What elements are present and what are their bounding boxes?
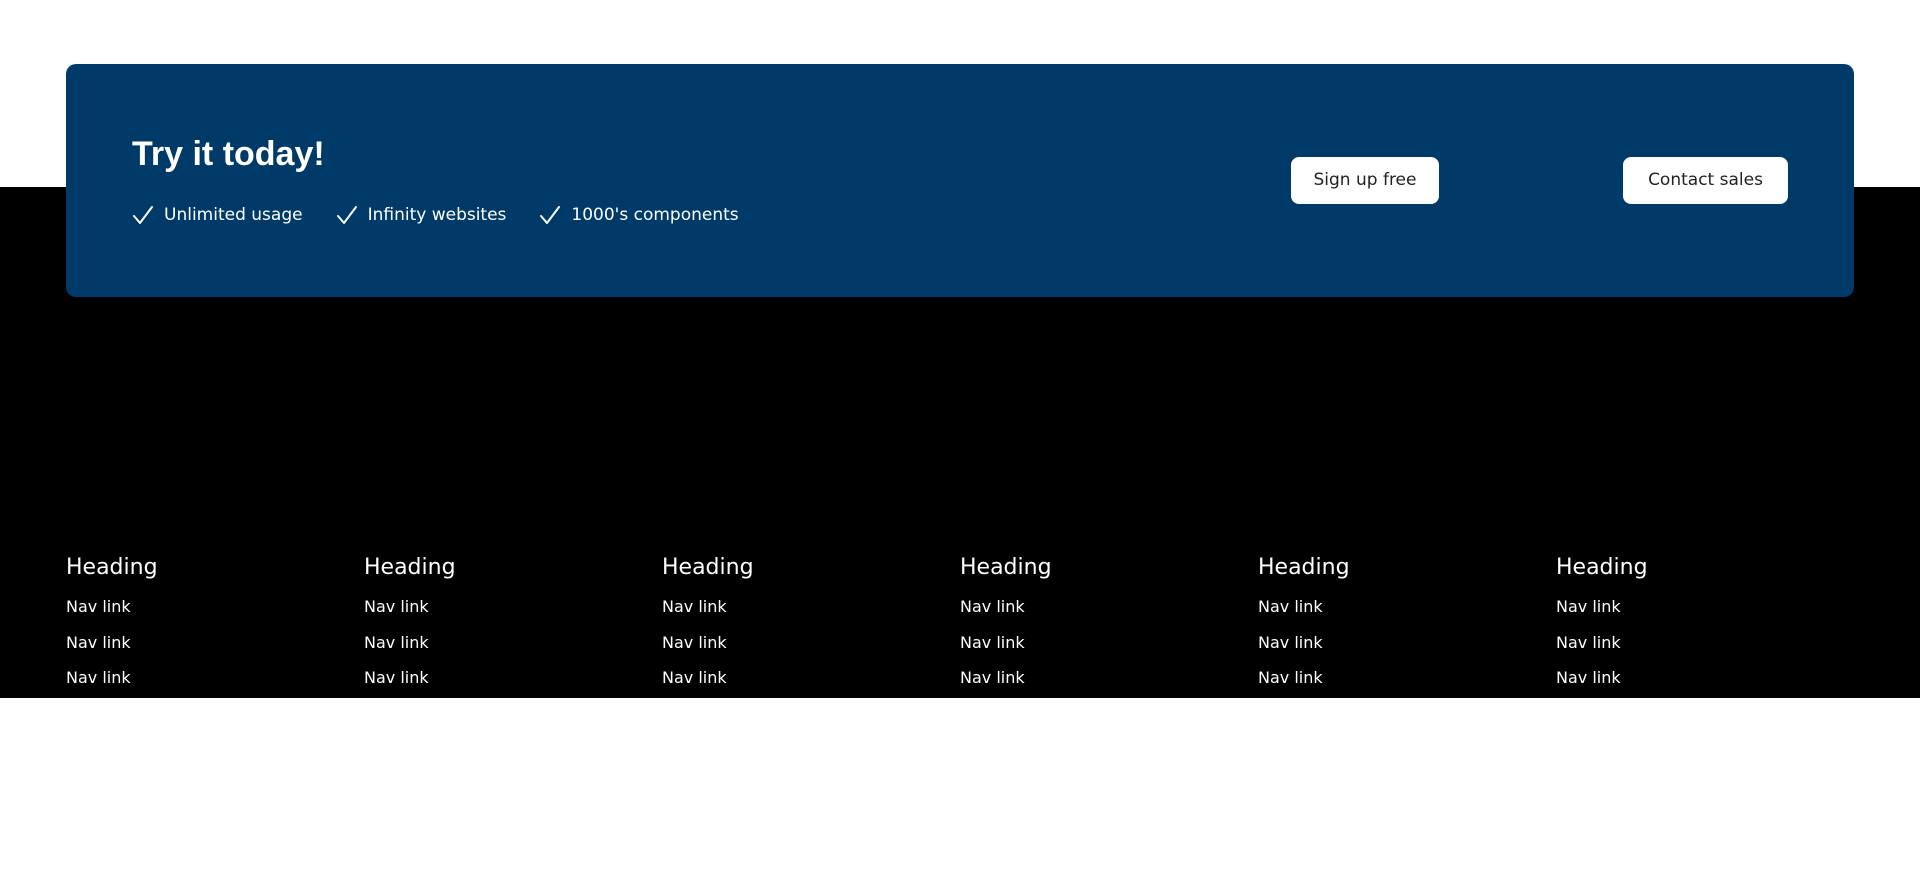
check-icon bbox=[132, 204, 154, 226]
column-heading: Heading bbox=[66, 555, 158, 580]
nav-link[interactable]: Nav link bbox=[1258, 591, 1556, 627]
column-heading: Heading bbox=[662, 555, 754, 580]
nav-link[interactable]: Nav link bbox=[364, 733, 662, 769]
footer-column: Heading Nav link Nav link Nav link Nav l… bbox=[364, 552, 662, 769]
nav-link[interactable]: Nav link bbox=[1258, 698, 1556, 734]
nav-link[interactable]: Nav link bbox=[960, 698, 1258, 734]
nav-link[interactable]: Nav link bbox=[364, 698, 662, 734]
cta-banner: Try it today! Unlimited usage Infinity w… bbox=[66, 64, 1854, 297]
column-heading: Heading bbox=[1556, 555, 1648, 580]
nav-link[interactable]: Nav link bbox=[662, 698, 960, 734]
nav-list: Nav link Nav link Nav link Nav link Nav … bbox=[364, 591, 662, 769]
nav-link[interactable]: Nav link bbox=[1556, 698, 1854, 734]
nav-list: Nav link Nav link Nav link Nav link Nav … bbox=[960, 591, 1258, 769]
nav-link[interactable]: Nav link bbox=[662, 591, 960, 627]
nav-link[interactable]: Nav link bbox=[1258, 733, 1556, 769]
nav-link[interactable]: Nav link bbox=[364, 662, 662, 698]
nav-link[interactable]: Nav link bbox=[1556, 733, 1854, 769]
nav-link[interactable]: Nav link bbox=[1556, 662, 1854, 698]
column-heading: Heading bbox=[1258, 555, 1350, 580]
column-heading: Heading bbox=[960, 555, 1052, 580]
nav-link[interactable]: Nav link bbox=[66, 698, 364, 734]
cta-feature-list: Unlimited usage Infinity websites 1000's… bbox=[132, 204, 739, 226]
nav-list: Nav link Nav link Nav link Nav link Nav … bbox=[1556, 591, 1854, 769]
footer-column: Heading Nav link Nav link Nav link Nav l… bbox=[960, 552, 1258, 769]
feature-label: 1000's components bbox=[571, 205, 739, 225]
sign-up-free-button[interactable]: Sign up free bbox=[1291, 157, 1439, 204]
legal-links: Terms Privacy bbox=[1792, 804, 1854, 864]
footer-column: Heading Nav link Nav link Nav link Nav l… bbox=[1556, 552, 1854, 769]
check-icon bbox=[539, 204, 561, 226]
nav-list: Nav link Nav link Nav link Nav link Nav … bbox=[66, 591, 364, 769]
footer-column: Heading Nav link Nav link Nav link Nav l… bbox=[1258, 552, 1556, 769]
check-icon bbox=[336, 204, 358, 226]
privacy-link[interactable]: Privacy bbox=[1792, 834, 1854, 864]
feature-item: 1000's components bbox=[539, 204, 739, 226]
column-heading: Heading bbox=[364, 555, 456, 580]
nav-link[interactable]: Nav link bbox=[960, 591, 1258, 627]
feature-label: Infinity websites bbox=[367, 205, 507, 225]
footer-columns: Heading Nav link Nav link Nav link Nav l… bbox=[66, 552, 1854, 769]
nav-link[interactable]: Nav link bbox=[66, 627, 364, 663]
nav-link[interactable]: Nav link bbox=[66, 591, 364, 627]
nav-link[interactable]: Nav link bbox=[960, 733, 1258, 769]
nav-link[interactable]: Nav link bbox=[960, 627, 1258, 663]
nav-link[interactable]: Nav link bbox=[1258, 662, 1556, 698]
nav-list: Nav link Nav link Nav link Nav link Nav … bbox=[662, 591, 960, 769]
nav-link[interactable]: Nav link bbox=[1556, 591, 1854, 627]
nav-link[interactable]: Nav link bbox=[662, 733, 960, 769]
nav-link[interactable]: Nav link bbox=[662, 627, 960, 663]
nav-link[interactable]: Nav link bbox=[1556, 627, 1854, 663]
footer-column: Heading Nav link Nav link Nav link Nav l… bbox=[662, 552, 960, 769]
nav-list: Nav link Nav link Nav link Nav link Nav … bbox=[1258, 591, 1556, 769]
contact-sales-button[interactable]: Contact sales bbox=[1623, 157, 1788, 204]
nav-link[interactable]: Nav link bbox=[66, 662, 364, 698]
nav-link[interactable]: Nav link bbox=[364, 627, 662, 663]
nav-link[interactable]: Nav link bbox=[662, 662, 960, 698]
feature-item: Unlimited usage bbox=[132, 204, 303, 226]
page: Heading Nav link Nav link Nav link Nav l… bbox=[0, 0, 1920, 874]
cta-title: Try it today! bbox=[132, 135, 325, 173]
terms-link[interactable]: Terms bbox=[1792, 804, 1854, 834]
nav-link[interactable]: Nav link bbox=[66, 733, 364, 769]
nav-link[interactable]: Nav link bbox=[1258, 627, 1556, 663]
nav-link[interactable]: Nav link bbox=[960, 662, 1258, 698]
footer-column: Heading Nav link Nav link Nav link Nav l… bbox=[66, 552, 364, 769]
nav-link[interactable]: Nav link bbox=[364, 591, 662, 627]
feature-label: Unlimited usage bbox=[164, 205, 303, 225]
feature-item: Infinity websites bbox=[336, 204, 507, 226]
copyright: © 2024 Bricks Library bbox=[66, 811, 182, 859]
